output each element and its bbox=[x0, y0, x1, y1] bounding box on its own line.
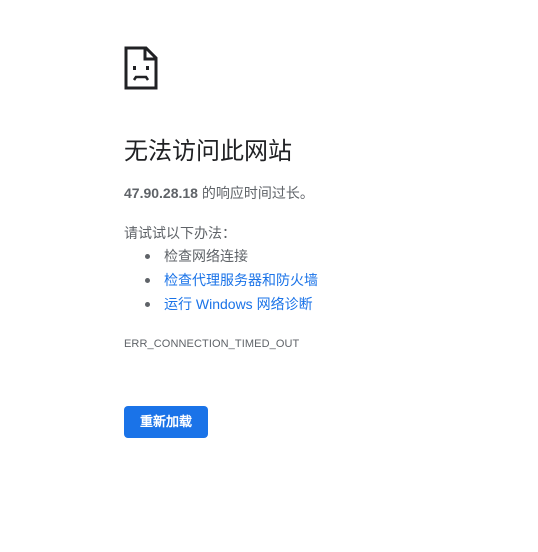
page-title: 无法访问此网站 bbox=[124, 138, 292, 165]
bullet-icon bbox=[145, 278, 150, 283]
suggestions-title: 请试试以下办法： bbox=[124, 225, 236, 241]
suggestions-list: 检查网络连接 检查代理服务器和防火墙 运行 Windows 网络诊断 bbox=[124, 244, 318, 316]
suggestion-check-proxy-link[interactable]: 检查代理服务器和防火墙 bbox=[164, 272, 318, 288]
host-address: 47.90.28.18 bbox=[124, 185, 198, 201]
summary-text: 的响应时间过长。 bbox=[197, 185, 314, 201]
suggestion-check-connection: 检查网络连接 bbox=[164, 248, 248, 264]
list-item: 检查代理服务器和防火墙 bbox=[124, 268, 318, 292]
bullet-icon bbox=[145, 254, 150, 259]
bullet-icon bbox=[145, 302, 150, 307]
error-code: ERR_CONNECTION_TIMED_OUT bbox=[124, 338, 300, 350]
list-item: 运行 Windows 网络诊断 bbox=[124, 292, 318, 316]
suggestion-network-diagnostics-link[interactable]: 运行 Windows 网络诊断 bbox=[164, 296, 313, 312]
sad-page-icon bbox=[124, 46, 158, 90]
error-summary: 47.90.28.18 的响应时间过长。 bbox=[124, 183, 314, 203]
list-item: 检查网络连接 bbox=[124, 244, 318, 268]
error-page: 无法访问此网站 47.90.28.18 的响应时间过长。 请试试以下办法： 检查… bbox=[0, 0, 538, 552]
reload-button[interactable]: 重新加载 bbox=[124, 406, 208, 438]
